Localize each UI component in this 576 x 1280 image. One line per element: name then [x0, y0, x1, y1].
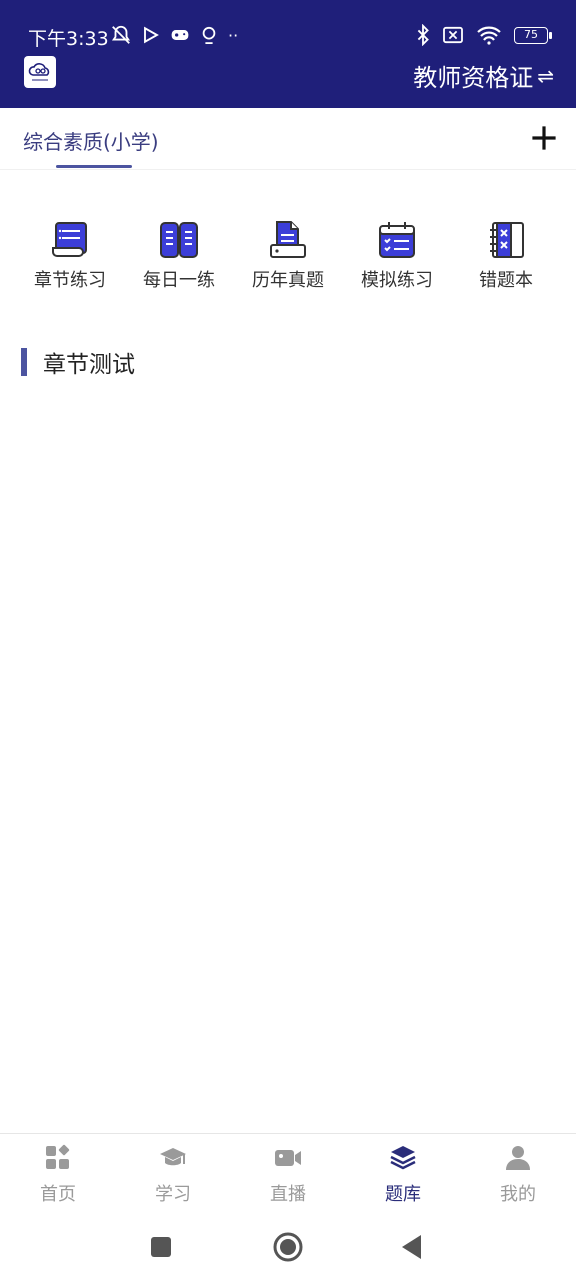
wrong-questions-icon — [490, 222, 524, 258]
nav-item-study[interactable]: 学习 — [133, 1144, 213, 1206]
status-time: 下午3:33 — [28, 28, 109, 50]
tab-comprehensive-quality[interactable]: 综合素质(小学) — [23, 126, 159, 155]
shortcut-wrong-questions[interactable]: 错题本 — [451, 220, 561, 292]
section-title: 章节测试 — [43, 352, 135, 378]
video-camera-icon — [275, 1150, 301, 1166]
mute-bell-icon — [111, 25, 131, 44]
status-bar: 下午3:33 ·· 75 — [0, 18, 576, 54]
layers-icon — [390, 1146, 416, 1170]
home-button[interactable] — [272, 1231, 304, 1263]
recents-button[interactable] — [145, 1231, 177, 1263]
shortcut-label: 历年真题 — [252, 270, 324, 291]
bottom-navigation: 首页 学习 直播 题库 我的 — [0, 1133, 576, 1213]
subject-tab-bar: 综合素质(小学) — [0, 108, 576, 170]
tab-active-indicator — [56, 165, 132, 168]
gamepad-icon — [171, 30, 189, 40]
mock-exam-icon — [379, 222, 415, 258]
shortcut-chapter-practice[interactable]: 章节练习 — [15, 220, 125, 292]
play-store-icon — [144, 26, 159, 44]
past-exams-icon — [270, 221, 306, 258]
nav-item-mine[interactable]: 我的 — [478, 1144, 558, 1206]
nav-item-live[interactable]: 直播 — [248, 1144, 328, 1206]
battery-indicator: 75 — [514, 26, 552, 44]
section-header-chapter-test: 章节测试 — [21, 346, 135, 378]
nav-item-home[interactable]: 首页 — [18, 1144, 98, 1206]
chapter-practice-icon — [52, 222, 87, 257]
nav-label: 首页 — [40, 1184, 76, 1205]
nav-label: 直播 — [270, 1184, 306, 1205]
app-header: 下午3:33 ·· 75 教师资格证 ⇌ — [0, 0, 576, 108]
cloud-logo-icon — [28, 63, 50, 81]
add-subject-button[interactable] — [530, 124, 558, 152]
nav-label: 题库 — [385, 1184, 421, 1205]
status-notification-icons: ·· — [110, 24, 238, 46]
nav-label: 我的 — [500, 1184, 536, 1205]
more-dots-icon: ·· — [228, 25, 239, 45]
graduation-cap-icon — [160, 1148, 186, 1166]
shortcut-mock-exam[interactable]: 模拟练习 — [342, 220, 452, 292]
shortcut-past-exams[interactable]: 历年真题 — [233, 220, 343, 292]
bluetooth-icon — [417, 24, 429, 46]
wifi-icon — [477, 26, 501, 45]
nav-label: 学习 — [155, 1184, 191, 1205]
location-icon — [202, 26, 216, 44]
system-navigation-bar — [0, 1213, 576, 1280]
sim-off-icon — [443, 26, 463, 44]
section-accent-bar — [21, 348, 27, 376]
exam-type-switcher[interactable]: 教师资格证 ⇌ — [413, 58, 554, 93]
shortcut-label: 章节练习 — [34, 270, 106, 291]
plus-icon — [532, 126, 556, 150]
shortcut-label: 模拟练习 — [361, 270, 433, 291]
home-grid-icon — [46, 1144, 70, 1169]
exam-type-title: 教师资格证 — [413, 64, 534, 92]
status-system-icons: 75 — [416, 24, 552, 46]
daily-practice-icon — [160, 222, 198, 258]
shortcut-label: 错题本 — [479, 270, 533, 291]
shortcut-label: 每日一练 — [143, 270, 215, 291]
person-icon — [506, 1146, 530, 1170]
square-icon — [151, 1237, 171, 1257]
app-logo — [24, 56, 56, 88]
nav-item-question-bank[interactable]: 题库 — [363, 1144, 443, 1206]
switch-icon: ⇌ — [537, 63, 554, 88]
shortcut-daily-practice[interactable]: 每日一练 — [124, 220, 234, 292]
triangle-back-icon — [402, 1235, 421, 1259]
shortcut-grid: 章节练习 每日一练 历年真题 模拟练习 错题本 — [0, 220, 576, 292]
back-button[interactable] — [397, 1231, 429, 1263]
